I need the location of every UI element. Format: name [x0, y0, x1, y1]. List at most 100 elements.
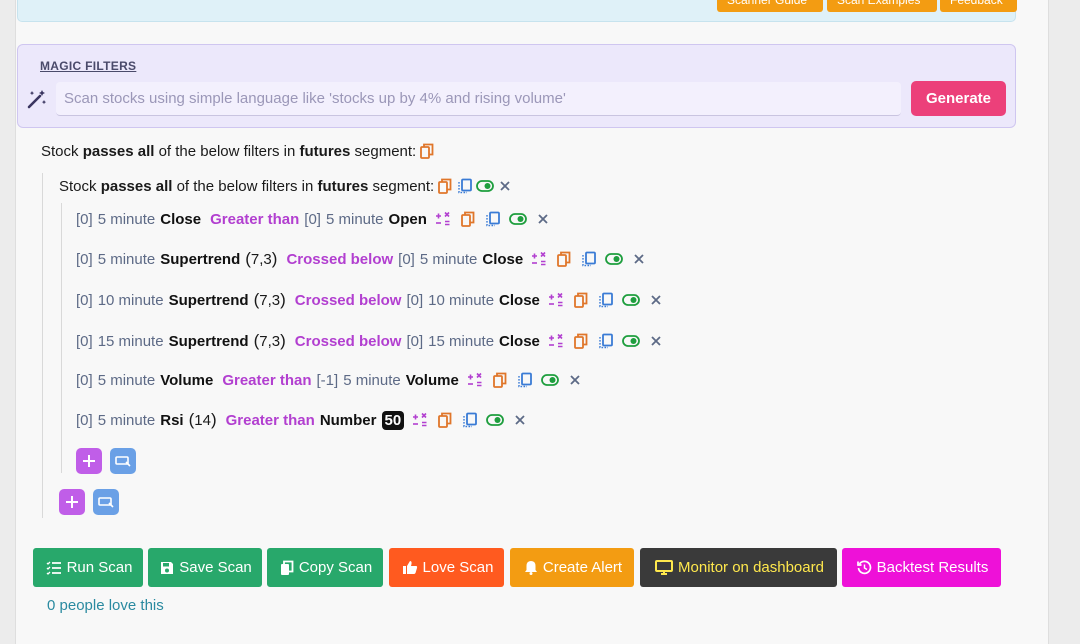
backtest-results-button[interactable]: Backtest Results: [842, 548, 1001, 587]
close-icon[interactable]: [630, 250, 648, 268]
right-offset[interactable]: [0]: [398, 251, 415, 268]
left-timeframe[interactable]: 5 minute: [98, 372, 156, 389]
close-icon[interactable]: [496, 177, 514, 195]
toggle-icon[interactable]: [605, 250, 624, 268]
add-condition-button[interactable]: [59, 489, 85, 515]
toggle-icon[interactable]: [540, 371, 559, 389]
duplicate-icon[interactable]: [484, 210, 502, 228]
right-timeframe[interactable]: 5 minute: [326, 211, 384, 228]
right-offset[interactable]: [-1]: [317, 372, 339, 389]
operator[interactable]: Greater than: [226, 412, 315, 429]
right-indicator[interactable]: Close: [482, 251, 523, 268]
run-scan-button[interactable]: Run Scan: [33, 548, 143, 587]
left-indicator[interactable]: Close: [160, 211, 201, 228]
right-indicator[interactable]: Number: [320, 412, 377, 429]
math-operation-icon[interactable]: [547, 332, 565, 350]
copy-icon[interactable]: [418, 142, 436, 160]
magic-filter-input[interactable]: [56, 82, 901, 116]
math-operation-icon[interactable]: [434, 210, 452, 228]
right-offset[interactable]: [0]: [406, 292, 423, 309]
add-group-button[interactable]: [110, 448, 136, 474]
copy-icon[interactable]: [572, 291, 590, 309]
left-offset[interactable]: [0]: [76, 211, 93, 228]
left-indicator-args[interactable]: (7,3): [254, 331, 286, 351]
monitor-on-dashboard-button[interactable]: Monitor on dashboard: [640, 548, 837, 587]
copy-icon[interactable]: [491, 371, 509, 389]
right-indicator[interactable]: Open: [389, 211, 427, 228]
duplicate-icon[interactable]: [597, 291, 615, 309]
right-indicator[interactable]: Close: [499, 292, 540, 309]
feedback-button[interactable]: Feedback: [940, 0, 1017, 12]
copy-icon[interactable]: [436, 411, 454, 429]
close-icon[interactable]: [647, 332, 665, 350]
close-icon[interactable]: [647, 291, 665, 309]
copy-icon[interactable]: [555, 250, 573, 268]
math-operation-icon[interactable]: [530, 250, 548, 268]
copy-scan-button[interactable]: Copy Scan: [267, 548, 383, 587]
left-indicator[interactable]: Rsi: [160, 412, 183, 429]
operator[interactable]: Crossed below: [295, 333, 402, 350]
toggle-icon[interactable]: [622, 291, 640, 309]
left-offset[interactable]: [0]: [76, 251, 93, 268]
right-timeframe[interactable]: 5 minute: [420, 251, 478, 268]
toggle-icon[interactable]: [476, 177, 495, 195]
add-condition-button[interactable]: [76, 448, 102, 474]
scan-examples-button[interactable]: Scan Examples: [827, 0, 937, 12]
math-operation-icon[interactable]: [547, 291, 565, 309]
duplicate-icon[interactable]: [580, 250, 598, 268]
left-timeframe[interactable]: 5 minute: [98, 251, 156, 268]
operator[interactable]: Greater than: [222, 372, 311, 389]
copy-icon[interactable]: [459, 210, 477, 228]
right-indicator[interactable]: Volume: [406, 372, 459, 389]
create-alert-button[interactable]: Create Alert: [510, 548, 634, 587]
right-indicator[interactable]: Close: [499, 333, 540, 350]
group-segment[interactable]: futures: [318, 178, 369, 195]
left-indicator[interactable]: Supertrend: [160, 251, 240, 268]
right-timeframe[interactable]: 5 minute: [343, 372, 401, 389]
group-match-mode[interactable]: passes all: [101, 178, 173, 195]
scanner-guide-button[interactable]: Scanner Guide: [717, 0, 823, 12]
left-offset[interactable]: [0]: [76, 292, 93, 309]
left-timeframe[interactable]: 10 minute: [98, 292, 164, 309]
operator[interactable]: Crossed below: [295, 292, 402, 309]
toggle-icon[interactable]: [486, 411, 505, 429]
operator[interactable]: Greater than: [210, 211, 299, 228]
save-scan-button[interactable]: Save Scan: [148, 548, 262, 587]
copy-icon[interactable]: [572, 332, 590, 350]
left-offset[interactable]: [0]: [76, 412, 93, 429]
right-offset[interactable]: [0]: [304, 211, 321, 228]
operator[interactable]: Crossed below: [286, 251, 393, 268]
duplicate-icon[interactable]: [461, 411, 479, 429]
toggle-icon[interactable]: [508, 210, 527, 228]
group-segment[interactable]: futures: [300, 143, 351, 160]
duplicate-icon[interactable]: [456, 177, 474, 195]
close-icon[interactable]: [566, 371, 584, 389]
close-icon[interactable]: [534, 210, 552, 228]
left-indicator-args[interactable]: (7,3): [254, 290, 286, 310]
left-timeframe[interactable]: 5 minute: [98, 211, 156, 228]
left-indicator[interactable]: Supertrend: [169, 333, 249, 350]
number-value-badge[interactable]: 50: [381, 410, 405, 430]
love-scan-button[interactable]: Love Scan: [389, 548, 504, 587]
toggle-icon[interactable]: [622, 332, 640, 350]
duplicate-icon[interactable]: [516, 371, 534, 389]
add-group-button[interactable]: [93, 489, 119, 515]
left-timeframe[interactable]: 5 minute: [98, 412, 156, 429]
right-timeframe[interactable]: 10 minute: [428, 292, 494, 309]
left-indicator-args[interactable]: (14): [189, 410, 217, 430]
copy-icon[interactable]: [436, 177, 454, 195]
left-timeframe[interactable]: 15 minute: [98, 333, 164, 350]
right-timeframe[interactable]: 15 minute: [428, 333, 494, 350]
group-match-mode[interactable]: passes all: [83, 143, 155, 160]
right-offset[interactable]: [0]: [406, 333, 423, 350]
left-indicator-args[interactable]: (7,3): [245, 249, 277, 269]
generate-button[interactable]: Generate: [911, 81, 1006, 116]
left-indicator[interactable]: Supertrend: [169, 292, 249, 309]
left-indicator[interactable]: Volume: [160, 372, 213, 389]
math-operation-icon[interactable]: [411, 411, 429, 429]
close-icon[interactable]: [511, 411, 529, 429]
math-operation-icon[interactable]: [466, 371, 484, 389]
left-offset[interactable]: [0]: [76, 372, 93, 389]
left-offset[interactable]: [0]: [76, 333, 93, 350]
duplicate-icon[interactable]: [597, 332, 615, 350]
